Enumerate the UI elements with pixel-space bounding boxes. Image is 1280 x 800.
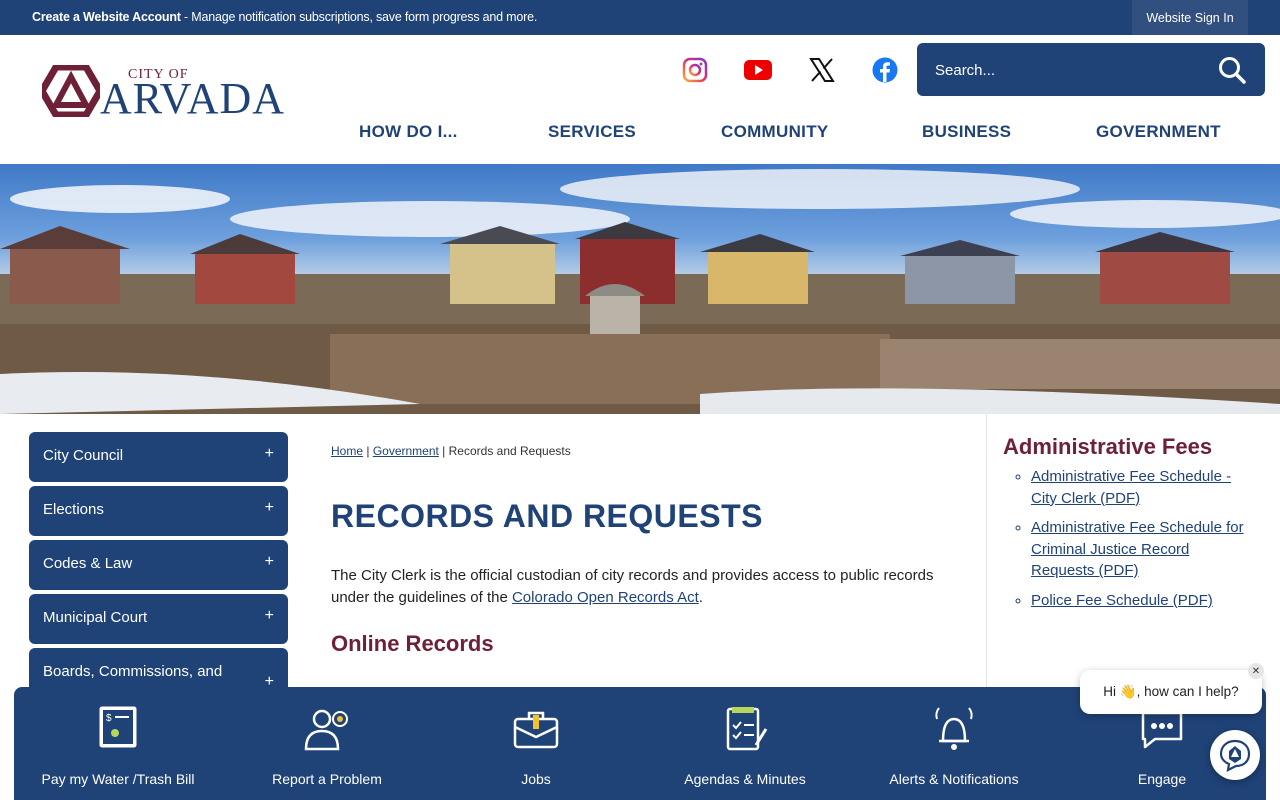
bell-icon [935, 707, 973, 750]
page-title: RECORDS AND REQUESTS [331, 498, 763, 534]
sidenav-label: Elections [43, 501, 104, 518]
instagram-icon[interactable] [680, 55, 710, 85]
nav-services[interactable]: SERVICES [548, 122, 636, 144]
hero-image [0, 164, 1280, 414]
expand-icon[interactable]: + [265, 553, 274, 571]
logo-mark-icon [42, 65, 100, 117]
cora-link[interactable]: Colorado Open Records Act [512, 589, 699, 606]
search-icon[interactable] [1217, 55, 1247, 85]
sidenav-label: City Council [43, 447, 124, 464]
expand-icon[interactable]: + [265, 445, 274, 463]
search-box [917, 43, 1265, 96]
svg-text:$: $ [106, 713, 112, 724]
quick-link-label: Jobs [521, 771, 551, 787]
youtube-icon[interactable] [743, 55, 773, 85]
online-records-heading: Online Records [331, 631, 494, 656]
breadcrumb-separator: | [438, 444, 449, 458]
admin-fees-heading: Administrative Fees [1003, 434, 1213, 459]
intro-paragraph: The City Clerk is the official custodian… [331, 565, 951, 609]
quick-links-bar: $ Pay my Water /Trash Bill Report a Prob… [14, 687, 1266, 800]
create-account-message: Create a Website Account - Manage notifi… [32, 10, 537, 24]
sidenav-municipal-court[interactable]: Municipal Court + [29, 594, 288, 644]
agenda-icon [726, 707, 768, 751]
hero-neighborhood-illustration [0, 169, 1280, 414]
sidenav-label: Municipal Court [43, 609, 148, 626]
breadcrumb-current: Records and Requests [448, 444, 571, 458]
bill-icon: $ [99, 706, 137, 748]
admin-fees-panel: Administrative Fees Administrative Fee S… [986, 414, 1267, 694]
quick-link-agendas[interactable]: Agendas & Minutes [641, 687, 849, 800]
top-bar: Create a Website Account - Manage notifi… [0, 0, 1280, 35]
admin-fees-list: Administrative Fee Schedule - City Clerk… [1015, 466, 1255, 619]
site-header: CITY OF ARVADA HOW DO I... SERVICES COMM… [0, 35, 1280, 164]
list-item: Police Fee Schedule (PDF) [1031, 590, 1255, 612]
nav-how-do-i[interactable]: HOW DO I... [359, 122, 458, 144]
police-fee-schedule-link[interactable]: Police Fee Schedule (PDF) [1031, 592, 1213, 609]
breadcrumb-government[interactable]: Government [373, 444, 439, 458]
close-icon[interactable]: ✕ [1248, 663, 1264, 679]
x-icon[interactable] [807, 55, 837, 85]
expand-icon[interactable]: + [265, 499, 274, 517]
intro-end: . [698, 589, 703, 606]
quick-link-label: Agendas & Minutes [684, 771, 806, 787]
quick-link-jobs[interactable]: Jobs [432, 687, 640, 800]
fee-schedule-criminal-justice-link[interactable]: Administrative Fee Schedule for Criminal… [1031, 519, 1244, 579]
nav-government[interactable]: GOVERNMENT [1096, 122, 1221, 144]
logo-name: ARVADA [100, 74, 286, 123]
quick-link-alerts[interactable]: Alerts & Notifications [850, 687, 1058, 800]
breadcrumb-separator: | [363, 444, 373, 458]
quick-link-label: Report a Problem [272, 771, 382, 787]
fee-schedule-clerk-link[interactable]: Administrative Fee Schedule - City Clerk… [1031, 468, 1231, 507]
report-person-icon [304, 709, 348, 751]
quick-link-report-problem[interactable]: Report a Problem [223, 687, 431, 800]
breadcrumb-home[interactable]: Home [331, 444, 363, 458]
city-logo[interactable]: CITY OF ARVADA [42, 63, 292, 123]
briefcase-icon [513, 711, 559, 749]
chat-launcher-icon [1219, 739, 1251, 772]
quick-link-label: Alerts & Notifications [889, 771, 1019, 787]
chat-launcher-button[interactable] [1210, 730, 1260, 780]
sidenav-label: Codes & Law [43, 555, 133, 572]
create-account-link[interactable]: Create a Website Account [32, 10, 181, 24]
sign-in-button[interactable]: Website Sign In [1132, 0, 1248, 35]
sidenav-elections[interactable]: Elections + [29, 486, 288, 536]
breadcrumb: Home | Government | Records and Requests [331, 444, 571, 458]
list-item: Administrative Fee Schedule for Criminal… [1031, 517, 1255, 582]
create-account-desc: - Manage notification subscriptions, sav… [180, 10, 538, 24]
quick-link-pay-bill[interactable]: $ Pay my Water /Trash Bill [14, 687, 222, 800]
expand-icon[interactable]: + [265, 607, 274, 625]
sidenav-label: Boards, Commissions, and [43, 663, 223, 680]
sidenav-city-council[interactable]: City Council + [29, 432, 288, 482]
chat-greeting-bubble[interactable]: Hi 👋, how can I help? [1080, 670, 1262, 714]
facebook-icon[interactable] [870, 55, 900, 85]
nav-business[interactable]: BUSINESS [922, 122, 1011, 144]
search-input[interactable] [935, 57, 1195, 83]
quick-link-label: Pay my Water /Trash Bill [41, 771, 195, 787]
nav-community[interactable]: COMMUNITY [721, 122, 829, 144]
sidenav-codes-law[interactable]: Codes & Law + [29, 540, 288, 590]
list-item: Administrative Fee Schedule - City Clerk… [1031, 466, 1255, 509]
